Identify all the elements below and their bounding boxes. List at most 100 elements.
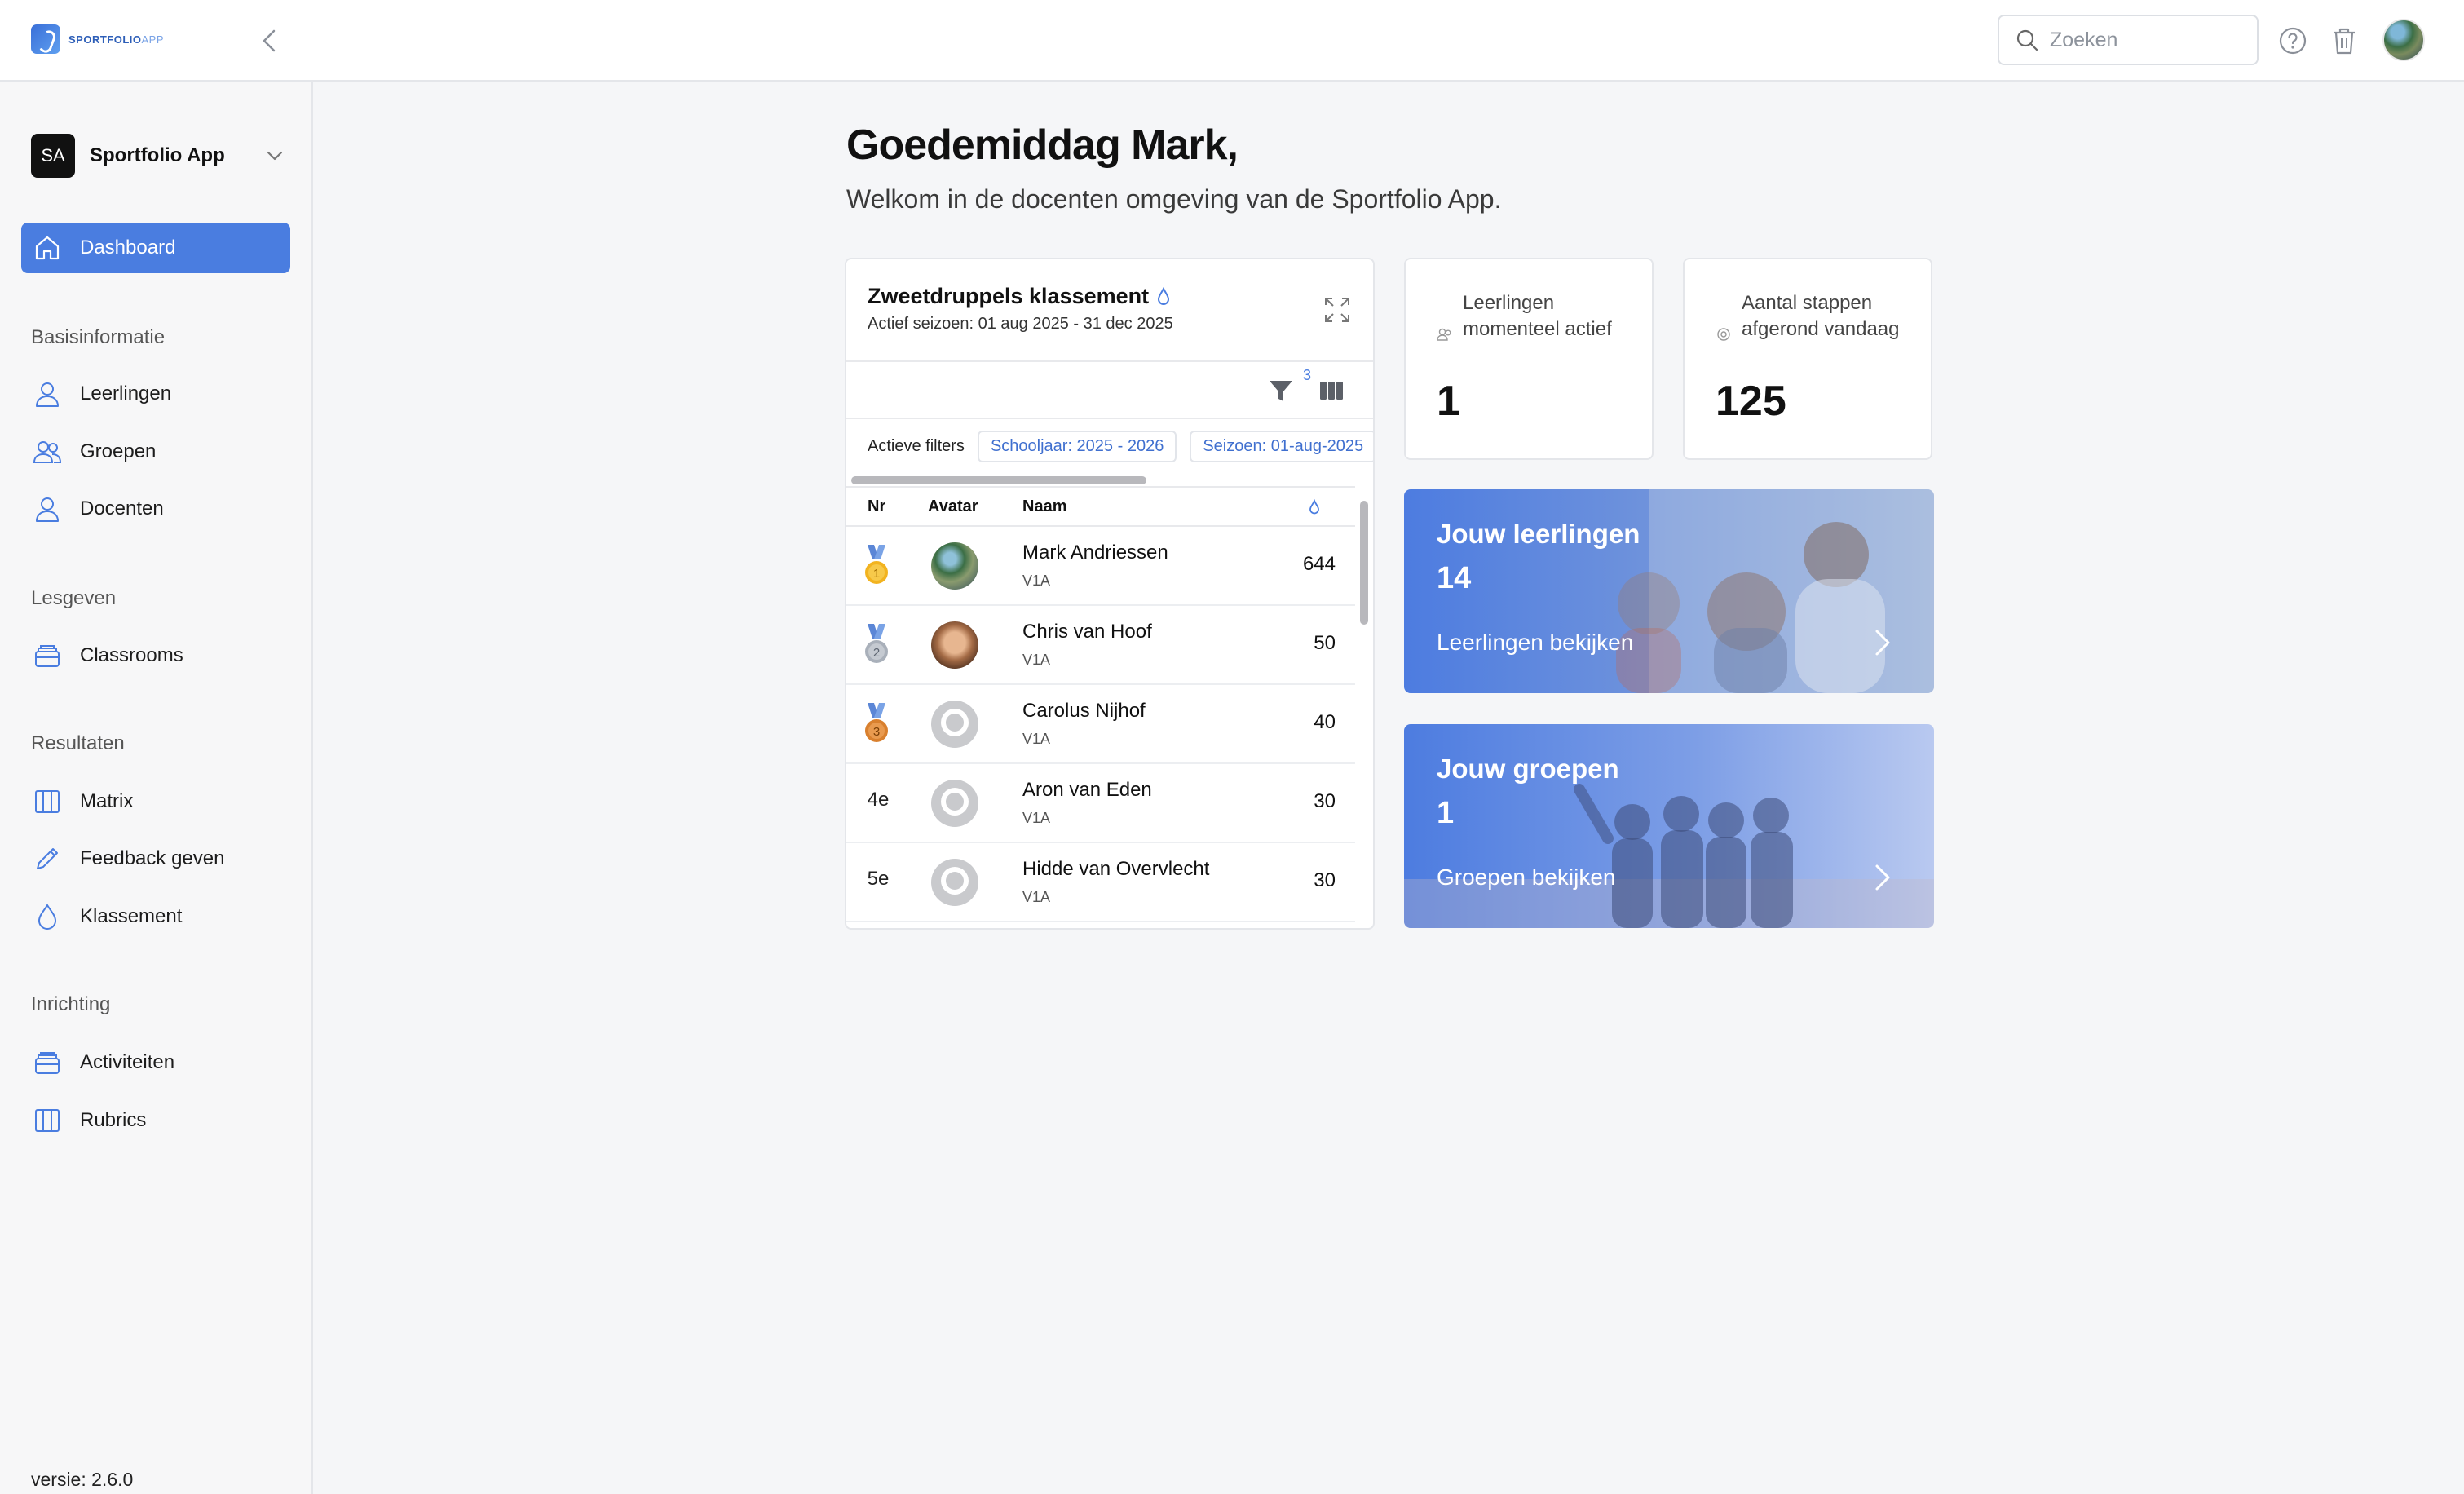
filter-count-badge: 3 — [1303, 367, 1312, 383]
avatar — [931, 542, 978, 590]
sidebar-item-classrooms[interactable]: Classrooms — [21, 630, 290, 681]
student-points: 40 — [1314, 711, 1336, 733]
student-class: V1A — [1022, 731, 1051, 747]
students-card[interactable]: Jouw leerlingen 14 Leerlingen bekijken — [1404, 489, 1934, 693]
filter-chip[interactable]: Seizoen: 01-aug-2025 — [1190, 430, 1373, 462]
sidebar-item-matrix[interactable]: Matrix — [21, 776, 290, 827]
sidebar-item-klassement[interactable]: Klassement — [21, 891, 290, 942]
top-bar: SPORTFOLIOAPP — [0, 0, 2464, 82]
chevron-right-icon[interactable] — [1870, 861, 1895, 894]
sidebar-item-groepen[interactable]: Groepen — [21, 427, 290, 477]
search-input[interactable] — [2050, 28, 2237, 52]
student-rank: 5e — [867, 868, 890, 890]
home-icon — [33, 233, 62, 263]
sidebar-item-rubrics[interactable]: Rubrics — [21, 1095, 290, 1146]
chevron-down-icon — [267, 151, 283, 161]
silver-medal-icon: 2 — [865, 624, 888, 663]
columns-button[interactable] — [1318, 377, 1350, 409]
organization-switcher[interactable]: SA Sportfolio App — [31, 134, 284, 178]
table-row[interactable]: 2 Chris van Hoof V1A 50 — [846, 606, 1355, 685]
groups-card[interactable]: Jouw groepen 1 Groepen bekijken — [1404, 724, 1934, 928]
sidebar-item-label: Classrooms — [80, 644, 183, 666]
column-nr[interactable]: Nr — [868, 497, 885, 516]
student-class: V1A — [1022, 652, 1051, 668]
help-button[interactable] — [2275, 23, 2311, 59]
student-name: Chris van Hoof — [1022, 621, 1152, 643]
avatar-placeholder — [931, 780, 978, 827]
sidebar-item-feedback[interactable]: Feedback geven — [21, 833, 290, 884]
avatar-placeholder — [931, 859, 978, 906]
active-filters-label: Actieve filters — [868, 436, 965, 455]
columns-icon — [1320, 382, 1343, 400]
card-title: Jouw groepen — [1437, 754, 1619, 784]
leaderboard-toolbar: 3 — [846, 360, 1373, 419]
student-name: Hidde van Overvlecht — [1022, 858, 1210, 880]
filter-chip[interactable]: Schooljaar: 2025 - 2026 — [977, 430, 1177, 462]
student-name: Mark Andriessen — [1022, 541, 1168, 564]
users-icon — [33, 437, 62, 466]
chevron-right-icon[interactable] — [1870, 626, 1895, 659]
columns-icon — [33, 787, 62, 816]
section-lesgeven: Lesgeven — [31, 587, 117, 609]
column-points[interactable] — [1308, 498, 1321, 520]
card-link[interactable]: Groepen bekijken — [1437, 864, 1615, 891]
sidebar-item-activiteiten[interactable]: Activiteiten — [21, 1037, 290, 1088]
drop-icon — [1158, 286, 1170, 305]
stat-value: 1 — [1437, 378, 1460, 425]
app-logo[interactable]: SPORTFOLIOAPP — [31, 24, 164, 54]
help-icon — [2279, 27, 2307, 55]
leaderboard-season: Actief seizoen: 01 aug 2025 - 31 dec 202… — [868, 315, 1173, 333]
section-inrichting: Inrichting — [31, 993, 111, 1015]
sidebar-item-label: Groepen — [80, 440, 157, 462]
vertical-scrollbar[interactable] — [1358, 496, 1370, 928]
stat-value: 125 — [1716, 378, 1786, 425]
table-header: Nr Avatar Naam — [846, 486, 1355, 527]
table-row[interactable]: 5e Hidde van Overvlecht V1A 30 — [846, 843, 1355, 922]
logo-text: SPORTFOLIOAPP — [68, 33, 165, 46]
card-count: 14 — [1437, 561, 1472, 595]
horizontal-scrollbar[interactable] — [850, 475, 1371, 486]
stat-label: Aantal stappen afgerond vandaag — [1742, 292, 1900, 340]
student-name: Aron van Eden — [1022, 779, 1152, 801]
filter-icon — [1270, 381, 1292, 401]
page-title: Goedemiddag Mark, — [846, 122, 1239, 169]
card-title: Jouw leerlingen — [1437, 519, 1640, 549]
expand-button[interactable] — [1323, 295, 1352, 325]
org-name: Sportfolio App — [90, 144, 225, 166]
search-box[interactable] — [1998, 15, 2259, 65]
drop-icon — [33, 902, 62, 931]
column-avatar[interactable]: Avatar — [928, 497, 978, 516]
target-icon — [1717, 328, 1730, 341]
sidebar: SA Sportfolio App Dashboard Basisinforma… — [0, 82, 313, 1494]
trash-button[interactable] — [2326, 23, 2362, 59]
student-points: 30 — [1314, 790, 1336, 812]
sidebar-item-label: Activiteiten — [80, 1051, 175, 1073]
card-link[interactable]: Leerlingen bekijken — [1437, 630, 1633, 656]
table-row[interactable]: 3 Carolus Nijhof V1A 40 — [846, 685, 1355, 764]
sidebar-item-docenten[interactable]: Docenten — [21, 484, 290, 534]
sidebar-item-label: Leerlingen — [80, 382, 172, 404]
stat-card-active-students: Leerlingen momenteel actief 1 — [1404, 258, 1654, 460]
sidebar-item-leerlingen[interactable]: Leerlingen — [21, 369, 290, 419]
student-class: V1A — [1022, 889, 1051, 905]
active-filters: Actieve filters Schooljaar: 2025 - 2026 … — [846, 419, 1373, 473]
sidebar-item-label: Klassement — [80, 905, 183, 927]
chevron-left-icon — [263, 29, 276, 52]
table-row[interactable]: 1 Mark Andriessen V1A 644 — [846, 527, 1355, 606]
pencil-icon — [33, 844, 62, 873]
svg-text:1: 1 — [873, 567, 880, 581]
trash-icon — [2334, 28, 2355, 55]
student-points: 30 — [1314, 869, 1336, 891]
sidebar-item-dashboard[interactable]: Dashboard — [21, 223, 290, 273]
avatar-placeholder — [931, 701, 978, 748]
column-naam[interactable]: Naam — [1022, 497, 1066, 516]
user-avatar[interactable] — [2382, 19, 2425, 61]
filter-button[interactable] — [1267, 377, 1300, 409]
gold-medal-icon: 1 — [865, 545, 888, 584]
leaderboard-card: Zweetdruppels klassement Actief seizoen:… — [845, 258, 1375, 930]
table-row[interactable]: 4e Aron van Eden V1A 30 — [846, 764, 1355, 843]
collapse-sidebar-button[interactable] — [253, 24, 285, 57]
sidebar-item-label: Feedback geven — [80, 847, 225, 869]
sidebar-item-label: Dashboard — [80, 236, 176, 259]
section-resultaten: Resultaten — [31, 732, 125, 754]
